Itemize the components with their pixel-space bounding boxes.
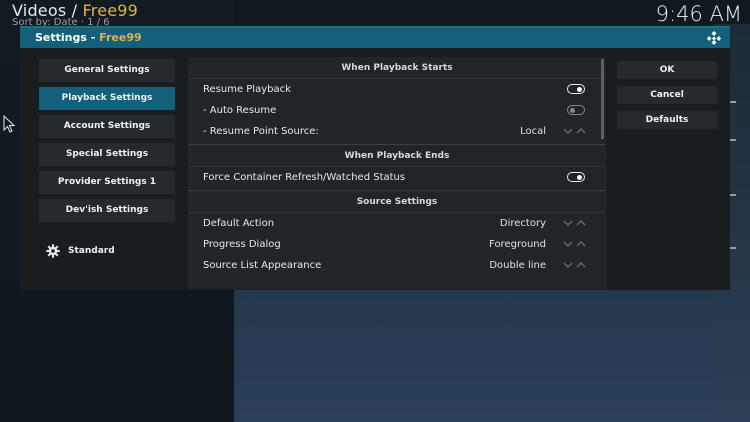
dialog-header: Settings - Free99 bbox=[20, 28, 730, 48]
spinner-arrows-icon[interactable] bbox=[563, 240, 587, 248]
category-playback-settings[interactable]: Playback Settings bbox=[39, 87, 175, 110]
mouse-cursor-icon bbox=[3, 115, 15, 133]
setting-force-container-refresh[interactable]: Force Container Refresh/Watched Status bbox=[188, 167, 606, 188]
setting-label: Source List Appearance bbox=[203, 260, 322, 271]
setting-label: Progress Dialog bbox=[203, 239, 281, 250]
setting-value: Foreground bbox=[489, 239, 546, 250]
setting-label: Resume Playback bbox=[203, 84, 291, 95]
settings-level-label: Standard bbox=[68, 246, 115, 256]
cancel-button[interactable]: Cancel bbox=[617, 86, 717, 104]
spinner-arrows-icon[interactable] bbox=[563, 261, 587, 269]
setting-value: Directory bbox=[499, 218, 546, 229]
toggle-on-icon[interactable] bbox=[567, 172, 585, 182]
setting-source-list-appearance[interactable]: Source List Appearance Double line bbox=[188, 255, 606, 276]
kodi-logo-icon bbox=[707, 31, 721, 45]
setting-default-action[interactable]: Default Action Directory bbox=[188, 213, 606, 234]
ok-button[interactable]: OK bbox=[617, 61, 717, 79]
setting-value: Local bbox=[520, 126, 546, 137]
section-heading-playback-starts: When Playback Starts bbox=[188, 57, 606, 79]
category-general-settings[interactable]: General Settings bbox=[39, 59, 175, 82]
dialog-title-addon: Free99 bbox=[99, 31, 142, 44]
spinner-arrows-icon[interactable] bbox=[563, 219, 587, 227]
category-devish-settings[interactable]: Dev'ish Settings bbox=[39, 199, 175, 222]
settings-scrollbar[interactable] bbox=[601, 59, 604, 139]
setting-label: Default Action bbox=[203, 218, 275, 229]
dialog-buttons: OK Cancel Defaults bbox=[617, 61, 717, 136]
setting-progress-dialog[interactable]: Progress Dialog Foreground bbox=[188, 234, 606, 255]
settings-level-button[interactable]: Standard bbox=[46, 244, 115, 258]
defaults-button[interactable]: Defaults bbox=[617, 111, 717, 129]
settings-dialog: Settings - Free99 General Settings Playb… bbox=[20, 26, 730, 290]
setting-label: - Auto Resume bbox=[203, 105, 277, 116]
dialog-title-text: Settings - bbox=[35, 31, 100, 44]
setting-value: Double line bbox=[489, 260, 546, 271]
gear-icon bbox=[46, 244, 60, 258]
clock: 9:46 AM bbox=[655, 2, 742, 26]
category-provider-settings-1[interactable]: Provider Settings 1 bbox=[39, 171, 175, 194]
category-special-settings[interactable]: Special Settings bbox=[39, 143, 175, 166]
toggle-off-icon[interactable] bbox=[567, 105, 585, 115]
setting-label: Force Container Refresh/Watched Status bbox=[203, 172, 406, 183]
setting-auto-resume[interactable]: - Auto Resume bbox=[188, 100, 606, 121]
category-account-settings[interactable]: Account Settings bbox=[39, 115, 175, 138]
setting-resume-playback[interactable]: Resume Playback bbox=[188, 79, 606, 100]
toggle-on-icon[interactable] bbox=[567, 84, 585, 94]
setting-label: - Resume Point Source: bbox=[203, 126, 319, 137]
settings-panel: When Playback Starts Resume Playback - A… bbox=[188, 57, 606, 289]
spinner-arrows-icon[interactable] bbox=[563, 127, 587, 135]
section-heading-playback-ends: When Playback Ends bbox=[188, 145, 606, 167]
setting-resume-point-source[interactable]: - Resume Point Source: Local bbox=[188, 121, 606, 142]
dialog-title: Settings - Free99 bbox=[35, 31, 142, 44]
section-heading-source-settings: Source Settings bbox=[188, 191, 606, 213]
category-list: General Settings Playback Settings Accou… bbox=[39, 59, 175, 227]
